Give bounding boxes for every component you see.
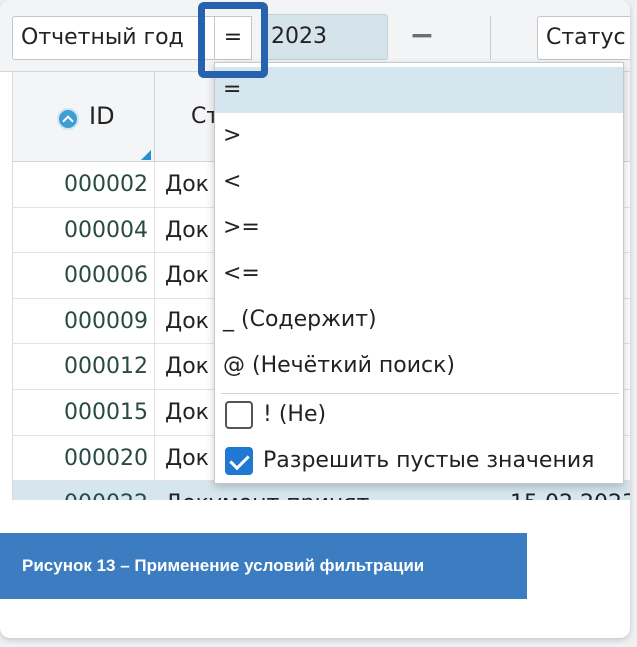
- remove-filter-button[interactable]: −: [406, 16, 438, 60]
- filter-field-year[interactable]: Отчетный год: [12, 16, 218, 60]
- menu-item-contains[interactable]: _ (Содержит): [215, 297, 623, 343]
- filter-value-input[interactable]: 2023: [262, 14, 388, 60]
- allow-empty-checkbox-label[interactable]: Разрешить пустые значения: [263, 446, 594, 476]
- sort-ascending-icon[interactable]: [57, 108, 79, 130]
- app-screenshot: Отчетный год = 2023 − Статус ID Ст 00000…: [0, 0, 630, 500]
- cell-status: Док: [165, 263, 209, 289]
- cell-status: Док: [165, 399, 209, 425]
- not-checkbox-label[interactable]: ! (Не): [263, 400, 326, 430]
- not-checkbox[interactable]: [225, 401, 253, 429]
- cell-id: 000022: [13, 481, 155, 500]
- figure-caption: Рисунок 13 – Применение условий фильтрац…: [0, 533, 527, 599]
- menu-item-less[interactable]: <: [215, 159, 623, 205]
- column-header-id[interactable]: ID: [13, 72, 155, 162]
- column-filter-indicator-icon: [141, 150, 151, 160]
- filter-separator: [490, 16, 491, 60]
- cell-id: 000002: [13, 162, 155, 207]
- allow-empty-checkbox[interactable]: [225, 447, 253, 475]
- menu-item-less-equal[interactable]: <=: [215, 251, 623, 297]
- cell-status: Док: [165, 354, 209, 380]
- menu-item-fuzzy-search[interactable]: @ (Нечёткий поиск): [215, 343, 623, 389]
- cell-status: Док: [165, 308, 209, 334]
- cell-id: 000006: [13, 253, 155, 298]
- operator-dropdown-menu: = > < >= <= _ (Содержит) @ (Нечёткий пои…: [214, 62, 624, 484]
- cell-id: 000020: [13, 435, 155, 481]
- cell-id: 000012: [13, 344, 155, 389]
- operator-highlight-frame: [198, 2, 268, 78]
- cell-id: 000004: [13, 207, 155, 253]
- figure-card: Отчетный год = 2023 − Статус ID Ст 00000…: [0, 0, 630, 638]
- filter-field-status[interactable]: Статус: [537, 16, 630, 60]
- cell-id: 000009: [13, 298, 155, 344]
- menu-divider: [221, 393, 619, 394]
- menu-item-greater[interactable]: >: [215, 113, 623, 159]
- menu-item-equals[interactable]: =: [215, 67, 623, 113]
- cell-status: Док: [165, 172, 209, 197]
- cell-status: Док: [165, 217, 209, 243]
- cell-status: Док: [165, 445, 209, 471]
- cell-id: 000015: [13, 389, 155, 435]
- column-header-id-label: ID: [89, 102, 115, 130]
- menu-item-greater-equal[interactable]: >=: [215, 205, 623, 251]
